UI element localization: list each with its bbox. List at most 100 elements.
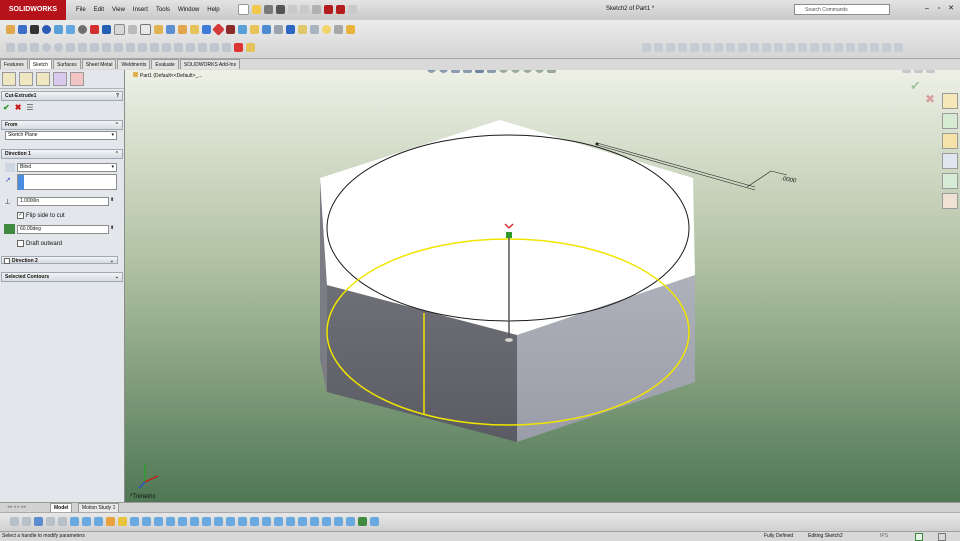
filter-icon[interactable] <box>333 517 343 526</box>
options-icon[interactable] <box>347 5 357 14</box>
menu-file[interactable]: File <box>76 7 86 13</box>
sketch-icon[interactable] <box>5 25 15 34</box>
draft-angle-input[interactable]: 60.00deg <box>17 225 109 234</box>
cancel-x-icon[interactable]: ✖ <box>15 103 22 112</box>
filter-icon[interactable] <box>189 517 199 526</box>
end-condition-select[interactable]: Blind ▾ <box>17 163 117 172</box>
view-icon[interactable] <box>725 43 735 52</box>
filter-icon[interactable] <box>369 517 379 526</box>
collapse-icon[interactable]: ⌃ <box>115 121 119 129</box>
expand-icon[interactable]: ⌄ <box>115 273 119 281</box>
cmd-icon[interactable] <box>77 25 87 34</box>
save-red-icon[interactable] <box>323 5 333 14</box>
feature-tree-icon[interactable] <box>2 72 16 86</box>
view-icon[interactable] <box>797 43 807 52</box>
cmd-icon[interactable] <box>309 25 319 34</box>
cmd-icon[interactable] <box>285 25 295 34</box>
tab-weldments[interactable]: Weldments <box>117 59 151 69</box>
custom-properties-icon[interactable] <box>942 193 958 209</box>
print-icon[interactable] <box>275 5 285 14</box>
filter-icon[interactable] <box>129 517 139 526</box>
cmd-icon[interactable] <box>139 24 151 35</box>
quick-snaps-icon[interactable] <box>233 43 243 52</box>
restore-icon[interactable]: ▫ <box>934 4 944 14</box>
ellipse-icon[interactable] <box>89 43 99 52</box>
configuration-manager-icon[interactable] <box>36 72 50 86</box>
cmd-icon[interactable] <box>165 25 175 34</box>
filter-icon[interactable] <box>249 517 259 526</box>
sketch-tool-icon[interactable] <box>5 43 15 52</box>
ok-check-icon[interactable]: ✔ <box>3 103 10 112</box>
view-icon[interactable] <box>749 43 759 52</box>
filter-icon[interactable] <box>117 517 127 526</box>
menu-help[interactable]: Help <box>207 7 219 13</box>
rectangle-icon[interactable] <box>29 43 39 52</box>
view-icon[interactable] <box>833 43 843 52</box>
menu-edit[interactable]: Edit <box>94 7 104 13</box>
expand-icon[interactable]: ⌄ <box>110 257 114 265</box>
move-icon[interactable] <box>197 43 207 52</box>
tab-addins[interactable]: SOLIDWORKS Add-Ins <box>179 59 241 69</box>
menu-insert[interactable]: Insert <box>133 7 148 13</box>
fillet-icon[interactable] <box>101 43 111 52</box>
filter-icon[interactable] <box>177 517 187 526</box>
filter-icon[interactable] <box>321 517 331 526</box>
app-logo[interactable]: SOLIDWORKS <box>0 0 66 20</box>
view-icon[interactable] <box>665 43 675 52</box>
select-icon[interactable] <box>299 5 309 14</box>
view-icon[interactable] <box>773 43 783 52</box>
filter-icon[interactable] <box>69 517 79 526</box>
trim-icon[interactable] <box>137 43 147 52</box>
filter-icon[interactable] <box>237 517 247 526</box>
cmd-icon[interactable] <box>273 25 283 34</box>
part-model[interactable]: .0000 <box>125 70 960 502</box>
design-library-icon[interactable] <box>942 113 958 129</box>
spline-icon[interactable] <box>77 43 87 52</box>
filter-icon[interactable] <box>297 517 307 526</box>
graphics-area[interactable]: Part1 (Default<<Default>_... ✔ ✖ .0000 *… <box>125 70 960 502</box>
spin-icon[interactable]: ⬍ <box>110 197 114 203</box>
view-icon[interactable] <box>785 43 795 52</box>
filter-icon[interactable] <box>213 517 223 526</box>
cmd-icon[interactable] <box>153 25 163 34</box>
view-icon[interactable] <box>809 43 819 52</box>
view-icon[interactable] <box>677 43 687 52</box>
tab-evaluate[interactable]: Evaluate <box>151 59 179 69</box>
view-icon[interactable] <box>845 43 855 52</box>
close-icon[interactable]: ✕ <box>946 4 956 14</box>
view-icon[interactable] <box>893 43 903 52</box>
spin-icon[interactable]: ⬍ <box>110 225 114 231</box>
cmd-icon[interactable] <box>113 24 125 35</box>
view-palette-icon[interactable] <box>942 153 958 169</box>
view-icon[interactable] <box>689 43 699 52</box>
filter-icon[interactable] <box>285 517 295 526</box>
filter-icon[interactable] <box>105 517 115 526</box>
mirror-icon[interactable] <box>173 43 183 52</box>
offset-icon[interactable] <box>161 43 171 52</box>
reverse-direction-icon[interactable] <box>5 163 15 172</box>
pattern-icon[interactable] <box>185 43 195 52</box>
info-icon[interactable] <box>41 25 51 34</box>
appearances-icon[interactable] <box>942 173 958 189</box>
property-manager-icon[interactable] <box>19 72 33 86</box>
cmd-icon[interactable] <box>53 25 63 34</box>
polygon-icon[interactable] <box>65 43 75 52</box>
direction2-checkbox[interactable] <box>4 258 10 264</box>
rapid-sketch-icon[interactable] <box>245 43 255 52</box>
tab-sketch[interactable]: Sketch <box>28 59 53 69</box>
draft-toggle-icon[interactable] <box>4 224 15 234</box>
filter-icon[interactable] <box>45 517 55 526</box>
cmd-icon[interactable] <box>101 25 111 34</box>
filter-icon[interactable] <box>357 517 367 526</box>
save-icon[interactable] <box>263 5 273 14</box>
cmd-icon[interactable] <box>177 25 187 34</box>
filter-icon[interactable] <box>201 517 211 526</box>
minimize-icon[interactable]: – <box>922 4 932 14</box>
cmd-icon[interactable] <box>65 25 75 34</box>
filter-icon[interactable] <box>345 517 355 526</box>
cmd-icon[interactable] <box>201 25 211 34</box>
view-icon[interactable] <box>869 43 879 52</box>
filter-icon[interactable] <box>81 517 91 526</box>
undo-icon[interactable] <box>287 5 297 14</box>
convert-icon[interactable] <box>149 43 159 52</box>
